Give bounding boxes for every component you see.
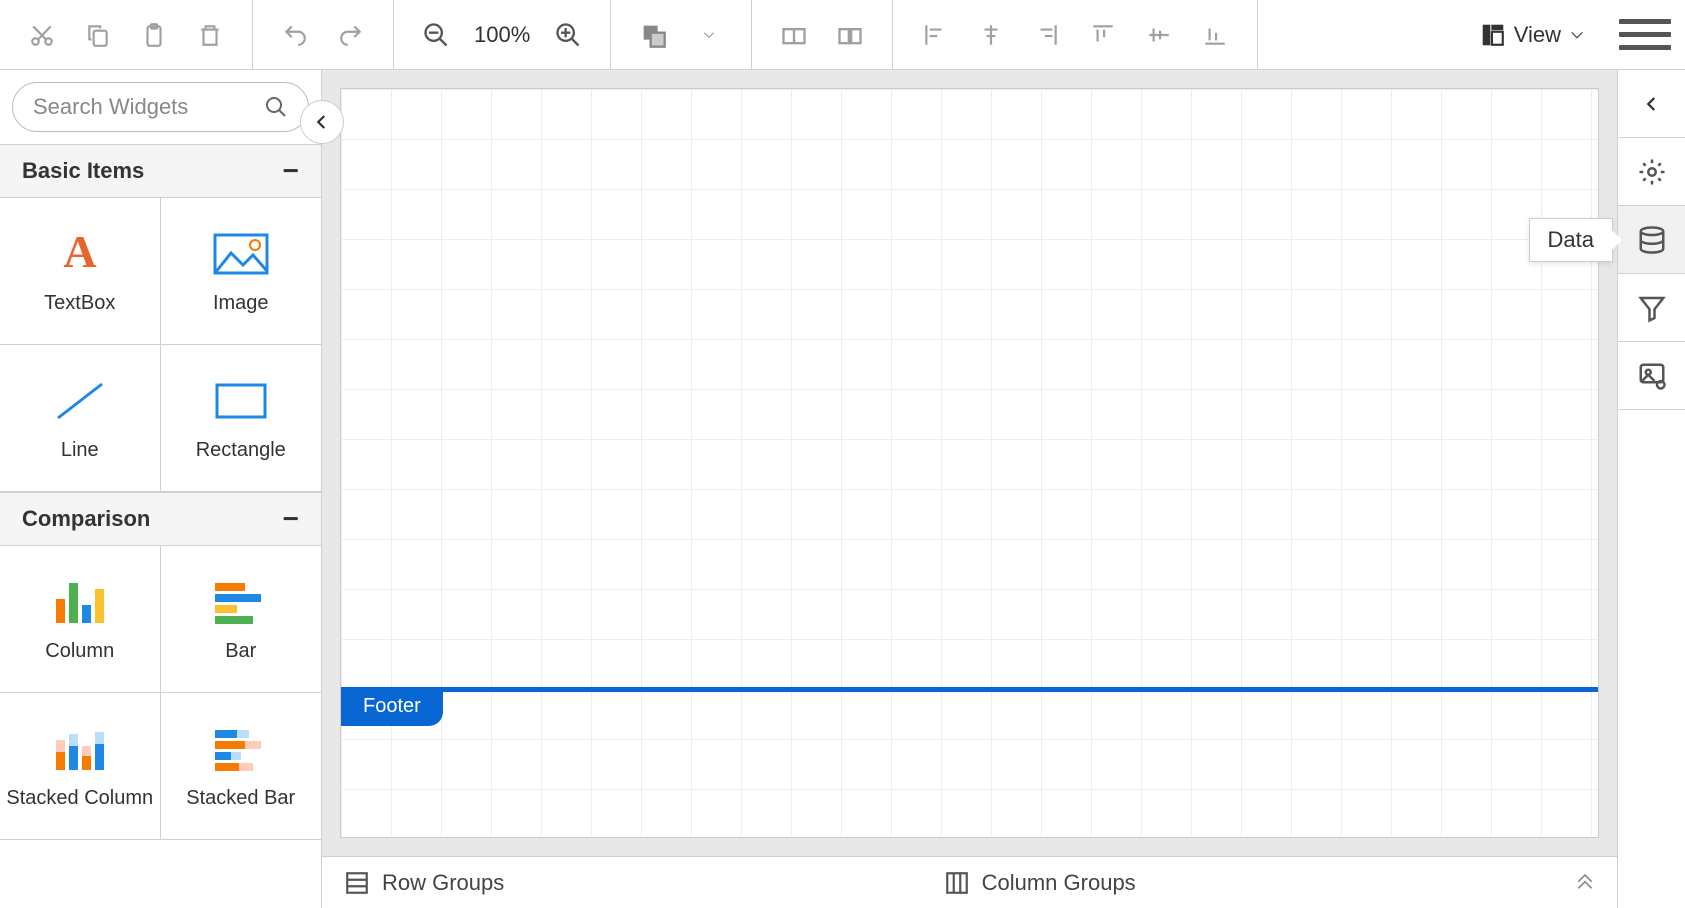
canvas-area: Footer Row Groups Column Groups: [322, 70, 1617, 908]
align-bottom-button[interactable]: [1191, 11, 1239, 59]
menu-button[interactable]: [1619, 9, 1671, 61]
search-widgets-input[interactable]: Search Widgets: [12, 82, 309, 132]
properties-button[interactable]: [1618, 138, 1685, 206]
paste-button[interactable]: [130, 11, 178, 59]
footer-section-tag[interactable]: Footer: [341, 687, 443, 726]
row-groups-icon: [344, 870, 370, 896]
rectangle-icon: [213, 375, 269, 427]
zoom-level: 100%: [474, 22, 530, 48]
view-label: View: [1514, 22, 1561, 48]
design-canvas[interactable]: Footer: [340, 88, 1599, 838]
database-icon: [1637, 225, 1667, 255]
stacked-column-icon: [52, 723, 108, 775]
search-icon: [264, 95, 288, 119]
widget-image[interactable]: Image: [161, 198, 322, 345]
cut-button[interactable]: [18, 11, 66, 59]
textbox-icon: A: [55, 228, 105, 280]
row-groups-label[interactable]: Row Groups: [322, 870, 504, 896]
column-groups-icon: [944, 870, 970, 896]
chevron-left-icon: [313, 113, 331, 131]
chevron-left-icon: [1643, 95, 1661, 113]
align-top-button[interactable]: [1079, 11, 1127, 59]
column-chart-icon: [52, 576, 108, 628]
widget-bar[interactable]: Bar: [161, 546, 322, 693]
widget-line[interactable]: Line: [0, 345, 161, 492]
align-center-button[interactable]: [967, 11, 1015, 59]
send-backward-button[interactable]: [629, 11, 677, 59]
bar-chart-icon: [213, 576, 269, 628]
collapse-sidebar-button[interactable]: [300, 100, 344, 144]
image-gear-icon: [1637, 361, 1667, 391]
collapse-right-button[interactable]: [1618, 70, 1685, 138]
expand-groups-button[interactable]: [1553, 870, 1617, 896]
gear-icon: [1637, 157, 1667, 187]
widget-textbox[interactable]: A TextBox: [0, 198, 161, 345]
column-groups-label[interactable]: Column Groups: [922, 870, 1136, 896]
section-title: Comparison: [22, 506, 150, 532]
group-tools: [752, 0, 893, 69]
filter-button[interactable]: [1618, 274, 1685, 342]
section-basic-items[interactable]: Basic Items −: [0, 144, 321, 198]
align-right-button[interactable]: [1023, 11, 1071, 59]
zoom-group: 100%: [394, 0, 611, 69]
collapse-icon: −: [283, 155, 299, 187]
align-middle-button[interactable]: [1135, 11, 1183, 59]
align-left-button[interactable]: [911, 11, 959, 59]
image-icon: [213, 228, 269, 280]
section-title: Basic Items: [22, 158, 144, 184]
widget-column[interactable]: Column: [0, 546, 161, 693]
layer-dropdown-icon[interactable]: [685, 11, 733, 59]
delete-button[interactable]: [186, 11, 234, 59]
zoom-in-button[interactable]: [544, 11, 592, 59]
widget-stacked-column[interactable]: Stacked Column: [0, 693, 161, 840]
align-group: [893, 0, 1258, 69]
widget-stacked-bar[interactable]: Stacked Bar: [161, 693, 322, 840]
collapse-icon: −: [283, 503, 299, 535]
redo-button[interactable]: [327, 11, 375, 59]
view-dropdown[interactable]: View: [1460, 22, 1605, 48]
data-button[interactable]: Data: [1618, 206, 1685, 274]
ungroup-button[interactable]: [826, 11, 874, 59]
top-toolbar: 100% View: [0, 0, 1685, 70]
widget-rectangle[interactable]: Rectangle: [161, 345, 322, 492]
filter-icon: [1637, 293, 1667, 323]
group-button[interactable]: [770, 11, 818, 59]
clipboard-group: [0, 0, 253, 69]
data-tooltip: Data: [1529, 218, 1613, 262]
stacked-bar-icon: [213, 723, 269, 775]
copy-button[interactable]: [74, 11, 122, 59]
line-icon: [52, 375, 108, 427]
chevron-up-double-icon: [1575, 870, 1595, 890]
groups-bar: Row Groups Column Groups: [322, 856, 1617, 908]
right-sidebar: Data: [1617, 70, 1685, 908]
layer-group: [611, 0, 752, 69]
history-group: [253, 0, 394, 69]
svg-text:A: A: [63, 229, 96, 277]
undo-button[interactable]: [271, 11, 319, 59]
widgets-sidebar: Search Widgets Basic Items − A TextBox I…: [0, 70, 322, 908]
image-settings-button[interactable]: [1618, 342, 1685, 410]
search-placeholder: Search Widgets: [33, 94, 264, 120]
zoom-out-button[interactable]: [412, 11, 460, 59]
chevron-down-icon: [1569, 27, 1585, 43]
footer-divider[interactable]: [341, 687, 1598, 692]
section-comparison[interactable]: Comparison −: [0, 492, 321, 546]
